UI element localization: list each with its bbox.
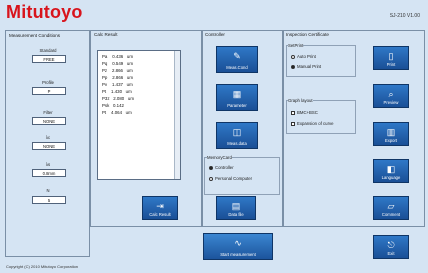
calc-result-list[interactable]: Pa 0.436 um Pq 0.549 um Pz 2.866 um Pp 2… — [97, 50, 181, 180]
mitutoyo-logo: Mitutoyo — [6, 2, 83, 22]
preview-icon: ⌕ — [388, 89, 394, 99]
exit-button[interactable]: ⎋ Exit — [373, 235, 409, 259]
calc-result-title: Calc Result — [94, 32, 118, 37]
exit-icon: ⎋ — [387, 240, 395, 250]
result-row: Pt 4.064 um — [102, 110, 132, 115]
set-print-group — [286, 45, 356, 77]
start-icon: ∿ — [234, 238, 242, 248]
result-row: Pq 0.549 um — [102, 61, 133, 66]
comment-icon: ▱ — [387, 201, 395, 211]
result-row: Psk 0.142 — [102, 103, 124, 108]
meas-cond-button[interactable]: ✎ Meas.Cond — [216, 46, 258, 73]
export-button[interactable]: ▥ Export — [373, 122, 409, 146]
copyright-text: Copyright (C) 2010 Mitutoyo Corporation — [6, 264, 79, 269]
export-icon: ▥ — [386, 127, 396, 137]
profile-field[interactable]: P — [32, 87, 66, 95]
lambda-s-label: λs — [45, 162, 51, 167]
lambda-c-label: λc — [45, 135, 51, 140]
preview-button[interactable]: ⌕ Preview — [373, 84, 409, 108]
result-row: Pa 0.436 um — [102, 54, 133, 59]
graph-layout-title: Graph layout — [288, 98, 313, 103]
calc-result-scrollbar[interactable] — [174, 51, 180, 179]
expansion-of-curve-option[interactable]: Expansion of curve — [291, 121, 334, 126]
result-row: Pz 2.866 um — [102, 68, 133, 73]
lambda-c-field[interactable]: NONE — [32, 142, 66, 150]
app-window: Mitutoyo SJ-210 V1.00 Measurement Condit… — [0, 0, 428, 273]
checkbox-unchecked[interactable] — [291, 121, 295, 126]
result-row: Pt 1.430 um — [102, 89, 132, 94]
calc-icon: ⇥ — [156, 201, 164, 211]
language-button[interactable]: ◧ Language — [373, 159, 409, 183]
lambda-s-field[interactable]: 0.8mm — [32, 169, 66, 177]
manual-print-option[interactable]: Manual Print — [291, 64, 321, 69]
filter-field[interactable]: NONE — [32, 117, 66, 125]
radio-selected[interactable] — [291, 64, 295, 69]
chart-icon: ◫ — [232, 127, 242, 137]
bmc-bsc-option[interactable]: BMC+BSC — [291, 110, 318, 115]
auto-print-option[interactable]: Auto Print — [291, 54, 316, 59]
n-field[interactable]: 5 — [32, 196, 66, 204]
checkbox-unchecked[interactable] — [291, 110, 295, 115]
measurement-conditions-title: Measurement Conditions — [9, 33, 61, 38]
inspection-certificate-title: Inspection Certificate — [286, 32, 329, 37]
data-file-icon: ▤ — [231, 201, 241, 211]
profile-label: Profile — [42, 80, 54, 85]
version-label: SJ-210 V1.00 — [389, 13, 420, 19]
memory-card-title: MemoryCard — [207, 155, 232, 160]
radio-unselected[interactable] — [291, 54, 295, 59]
radio-unselected[interactable] — [209, 176, 213, 181]
parameter-icon: ▦ — [232, 89, 242, 99]
title-bar: Mitutoyo SJ-210 V1.00 — [0, 0, 428, 26]
parameter-button[interactable]: ▦ Parameter — [216, 84, 258, 111]
standard-label: Standard — [39, 48, 57, 53]
data-file-button[interactable]: ▤ Data file — [216, 196, 256, 220]
memory-card-option-pc[interactable]: Personal Computer — [209, 176, 252, 181]
start-measurement-button[interactable]: ∿ Start measurement — [203, 233, 273, 260]
filter-label: Filter — [43, 110, 53, 115]
result-row: Pp 2.866 um — [102, 75, 133, 80]
print-icon: ▯ — [388, 51, 394, 61]
controller-title: Controller — [205, 32, 225, 37]
language-icon: ◧ — [386, 164, 396, 174]
standard-field[interactable]: FREE — [32, 55, 66, 63]
result-row: Pv 1.437 um — [102, 82, 133, 87]
measurement-conditions-panel: Measurement Conditions Standard FREE Pro… — [5, 30, 90, 257]
print-button[interactable]: ▯ Print — [373, 46, 409, 70]
set-print-title: SetPrint — [288, 43, 304, 48]
calc-result-button[interactable]: ⇥ Calc Result — [142, 196, 178, 220]
comment-button[interactable]: ▱ Comment — [373, 196, 409, 220]
meas-data-button[interactable]: ◫ Meas.data — [216, 122, 258, 149]
pencil-icon: ✎ — [233, 51, 241, 61]
memory-card-option-controller[interactable]: Controller — [209, 165, 234, 170]
n-label: N — [46, 188, 50, 193]
result-row: P3z 2.080 um — [102, 96, 134, 101]
radio-selected[interactable] — [209, 165, 213, 170]
graph-layout-group — [286, 100, 356, 134]
